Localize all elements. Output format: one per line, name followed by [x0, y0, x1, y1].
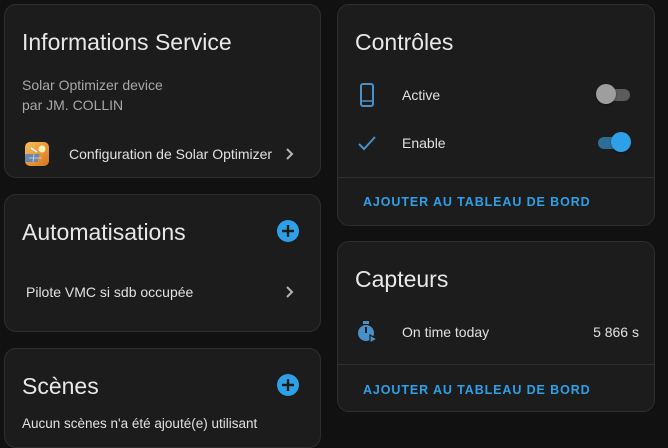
check-icon: [357, 133, 377, 153]
cellphone-icon: [358, 83, 376, 107]
add-scene-button[interactable]: [277, 374, 299, 396]
add-automation-button[interactable]: [277, 220, 299, 242]
automation-item-label: Pilote VMC si sdb occupée: [26, 284, 194, 300]
add-controls-to-dashboard-button[interactable]: AJOUTER AU TABLEAU DE BORD: [363, 195, 591, 209]
automation-list-item[interactable]: Pilote VMC si sdb occupée: [5, 275, 320, 309]
chevron-right-icon: [281, 146, 297, 162]
plus-circle-icon: [282, 225, 294, 237]
controls-card: Contrôles Active Enable AJOUTER AU TABLE…: [337, 4, 655, 226]
info-card-title: Informations Service: [22, 29, 232, 55]
sensors-card: Capteurs On time today 5 866 s AJOUTER A…: [337, 241, 655, 412]
plus-circle-icon: [282, 379, 294, 391]
solar-optimizer-logo-icon: [23, 142, 49, 166]
sensor-value-on-time: 5 866 s: [593, 324, 639, 340]
device-model-text: Solar Optimizer device: [22, 77, 163, 93]
controls-divider: [338, 177, 654, 178]
add-sensors-to-dashboard-button[interactable]: AJOUTER AU TABLEAU DE BORD: [363, 383, 591, 397]
timer-play-icon: [357, 320, 379, 345]
sensors-card-title: Capteurs: [355, 266, 449, 292]
control-label-active: Active: [402, 87, 441, 103]
sensor-row-on-time[interactable]: On time today 5 866 s: [338, 316, 654, 348]
sensors-divider: [338, 364, 654, 365]
device-author-text: par JM. COLLIN: [22, 97, 124, 113]
info-card: Informations Service Solar Optimizer dev…: [4, 4, 321, 178]
automations-card-title: Automatisations: [22, 219, 186, 245]
chevron-right-icon: [281, 284, 297, 300]
controls-card-title: Contrôles: [355, 29, 454, 55]
control-label-enable: Enable: [402, 135, 446, 151]
active-toggle[interactable]: [596, 84, 632, 106]
enable-toggle[interactable]: [596, 132, 632, 154]
config-link-label: Configuration de Solar Optimizer: [69, 146, 273, 162]
sensor-label-on-time: On time today: [402, 324, 490, 340]
automations-card: Automatisations Pilote VMC si sdb occupé…: [4, 194, 321, 332]
scenes-empty-text: Aucun scènes n'a été ajouté(e) utilisant: [22, 416, 258, 431]
control-row-active: Active: [338, 79, 654, 111]
control-row-enable: Enable: [338, 127, 654, 159]
scenes-card: Scènes Aucun scènes n'a été ajouté(e) ut…: [4, 348, 321, 448]
scenes-card-title: Scènes: [22, 373, 99, 399]
config-link-row[interactable]: Configuration de Solar Optimizer: [5, 135, 320, 173]
